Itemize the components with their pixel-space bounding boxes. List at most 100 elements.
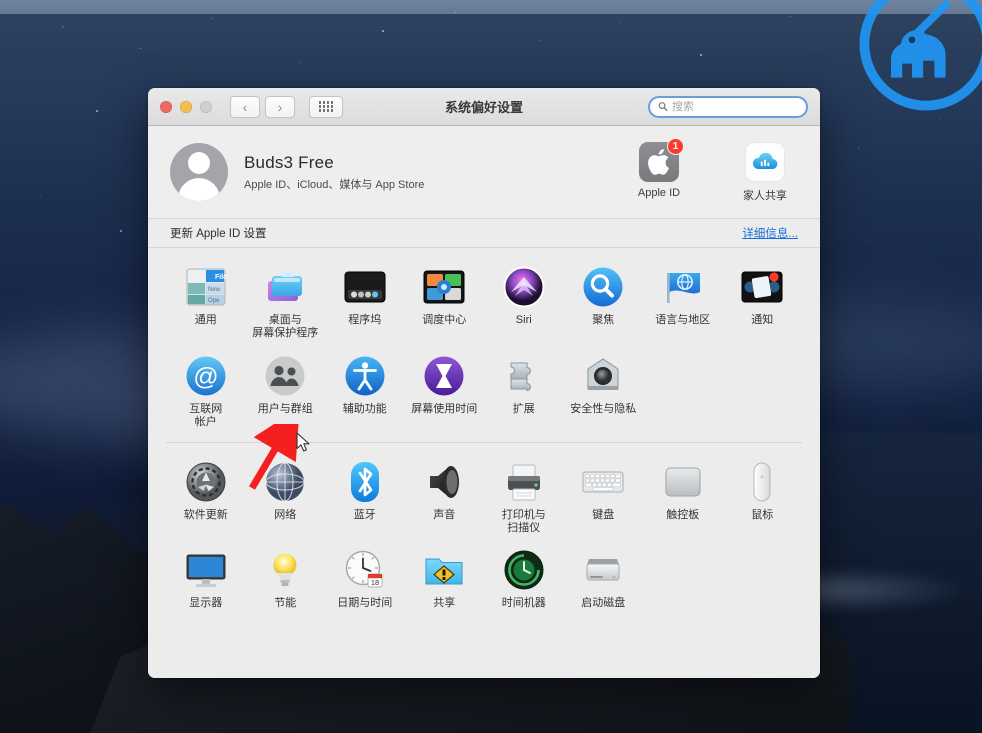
mission-control-icon — [421, 264, 467, 310]
close-button[interactable] — [160, 100, 172, 113]
pref-pane-bluetooth[interactable]: 蓝牙 — [325, 455, 405, 538]
sky-strip — [0, 0, 982, 14]
pref-pane-displays[interactable]: 显示器 — [166, 543, 246, 612]
search-input[interactable] — [671, 100, 798, 113]
pref-pane-printers-scanners[interactable]: 打印机与 扫描仪 — [484, 455, 564, 538]
pref-pane-users-groups[interactable]: 用户与群组 — [246, 349, 326, 432]
pref-pane-desktop-screensaver[interactable]: 桌面与 屏幕保护程序 — [246, 260, 326, 343]
pref-pane-extensions[interactable]: 扩展 — [484, 349, 564, 432]
system-preferences-window[interactable]: ‹ › 系统偏好设置 Buds3 Free Apple ID、iC — [148, 88, 820, 678]
mouse-icon — [739, 459, 785, 505]
apple-id-update-banner[interactable]: 更新 Apple ID 设置 详细信息... — [148, 218, 820, 248]
personal-preferences-pane: File New Ope 通用 桌面与 屏幕保护程序 程序坞 调度中心 Siri 聚焦 语言与地区 通… — [166, 260, 802, 432]
pref-pane-mission-control[interactable]: 调度中心 — [405, 260, 485, 343]
internet-accounts-icon: @ — [183, 353, 229, 399]
user-avatar-icon — [170, 143, 228, 201]
pref-label: 屏幕使用时间 — [411, 402, 478, 415]
forward-button[interactable]: › — [265, 95, 295, 118]
startup-disk-icon — [580, 547, 626, 593]
pref-label: 聚焦 — [592, 314, 615, 326]
show-all-grid-icon — [318, 101, 334, 112]
apple-id-glyph: 1 — [639, 137, 684, 182]
pref-pane-startup-disk[interactable]: 启动磁盘 — [564, 543, 644, 612]
siri-icon — [501, 264, 547, 310]
pref-pane-general[interactable]: File New Ope 通用 — [166, 260, 246, 343]
account-shortcuts: 1 Apple ID 家人共享 — [626, 137, 798, 203]
apple-id-account-row[interactable]: Buds3 Free Apple ID、iCloud、媒体与 App Store… — [148, 126, 820, 218]
pref-pane-keyboard[interactable]: 键盘 — [564, 455, 644, 538]
star — [700, 54, 702, 56]
show-all-button[interactable] — [309, 95, 343, 118]
star — [540, 40, 542, 42]
pref-label: 声音 — [433, 508, 456, 521]
pref-label: 打印机与 扫描仪 — [501, 508, 546, 535]
search-field[interactable] — [648, 95, 808, 118]
software-update-icon — [183, 459, 229, 505]
pref-pane-siri[interactable]: Siri — [484, 260, 564, 343]
pref-pane-dock[interactable]: 程序坞 — [325, 260, 405, 343]
star — [62, 26, 64, 28]
account-subtitle: Apple ID、iCloud、媒体与 App Store — [244, 178, 425, 191]
pref-label: Siri — [515, 314, 532, 326]
pref-pane-spotlight[interactable]: 聚焦 — [564, 260, 644, 343]
sharing-icon — [421, 547, 467, 593]
time-machine-icon — [501, 547, 547, 593]
pref-pane-internet-accounts[interactable]: @ 互联网 帐户 — [166, 349, 246, 432]
navigation-buttons[interactable]: ‹ › — [230, 95, 295, 118]
star — [96, 110, 98, 112]
spotlight-icon — [580, 264, 626, 310]
pref-pane-sound[interactable]: 声音 — [405, 455, 485, 538]
star — [860, 44, 862, 46]
update-details-link[interactable]: 详细信息... — [742, 225, 798, 241]
star — [858, 148, 860, 150]
svg-text:Ope: Ope — [208, 298, 220, 304]
search-icon — [658, 102, 668, 112]
notifications-icon — [739, 264, 785, 310]
pref-pane-mouse[interactable]: 鼠标 — [723, 455, 803, 538]
sound-icon — [421, 459, 467, 505]
pref-label: 鼠标 — [751, 508, 774, 521]
apple-id-notification-badge: 1 — [667, 137, 684, 155]
pref-pane-energy-saver[interactable]: 节能 — [246, 543, 326, 612]
pref-label: 调度中心 — [422, 314, 467, 326]
star — [300, 62, 302, 64]
pref-pane-software-update[interactable]: 软件更新 — [166, 455, 246, 538]
extensions-icon — [501, 353, 547, 399]
traffic-light-buttons[interactable] — [160, 100, 212, 113]
apple-id-button[interactable]: 1 Apple ID — [626, 137, 692, 203]
back-button[interactable]: ‹ — [230, 95, 260, 118]
pref-label: 蓝牙 — [353, 508, 376, 521]
security-privacy-icon — [580, 353, 626, 399]
account-name: Buds3 Free — [244, 152, 334, 172]
star — [120, 230, 122, 232]
star — [140, 48, 142, 50]
pref-pane-sharing[interactable]: 共享 — [405, 543, 485, 612]
star — [620, 22, 622, 24]
pref-label: 辅助功能 — [342, 402, 387, 415]
pref-pane-language-region[interactable]: 语言与地区 — [643, 260, 723, 343]
family-sharing-button[interactable]: 家人共享 — [732, 141, 798, 203]
star — [382, 30, 384, 32]
svg-text:New: New — [208, 287, 221, 293]
star — [790, 16, 792, 18]
pref-label: 时间机器 — [501, 597, 546, 610]
pref-pane-network[interactable]: 网络 — [246, 455, 326, 538]
pref-pane-date-time[interactable]: 18 日期与时间 — [325, 543, 405, 612]
users-groups-icon — [262, 353, 308, 399]
energy-saver-icon — [262, 547, 308, 593]
date-time-icon: 18 — [342, 547, 388, 593]
family-sharing-cloud-icon — [745, 141, 785, 182]
star — [930, 30, 932, 32]
pref-pane-screen-time[interactable]: 屏幕使用时间 — [405, 349, 485, 432]
pref-pane-trackpad[interactable]: 触控板 — [643, 455, 723, 538]
svg-text:18: 18 — [371, 578, 379, 587]
chevron-left-icon: ‹ — [242, 98, 248, 115]
pref-pane-accessibility[interactable]: 辅助功能 — [325, 349, 405, 432]
printers-scanners-icon — [501, 459, 547, 505]
pref-pane-notifications[interactable]: 通知 — [723, 260, 803, 343]
pref-label: 共享 — [433, 597, 456, 610]
minimize-button[interactable] — [180, 100, 192, 113]
pref-label: 软件更新 — [183, 508, 228, 521]
pref-pane-security-privacy[interactable]: 安全性与隐私 — [564, 349, 644, 432]
pref-pane-time-machine[interactable]: 时间机器 — [484, 543, 564, 612]
